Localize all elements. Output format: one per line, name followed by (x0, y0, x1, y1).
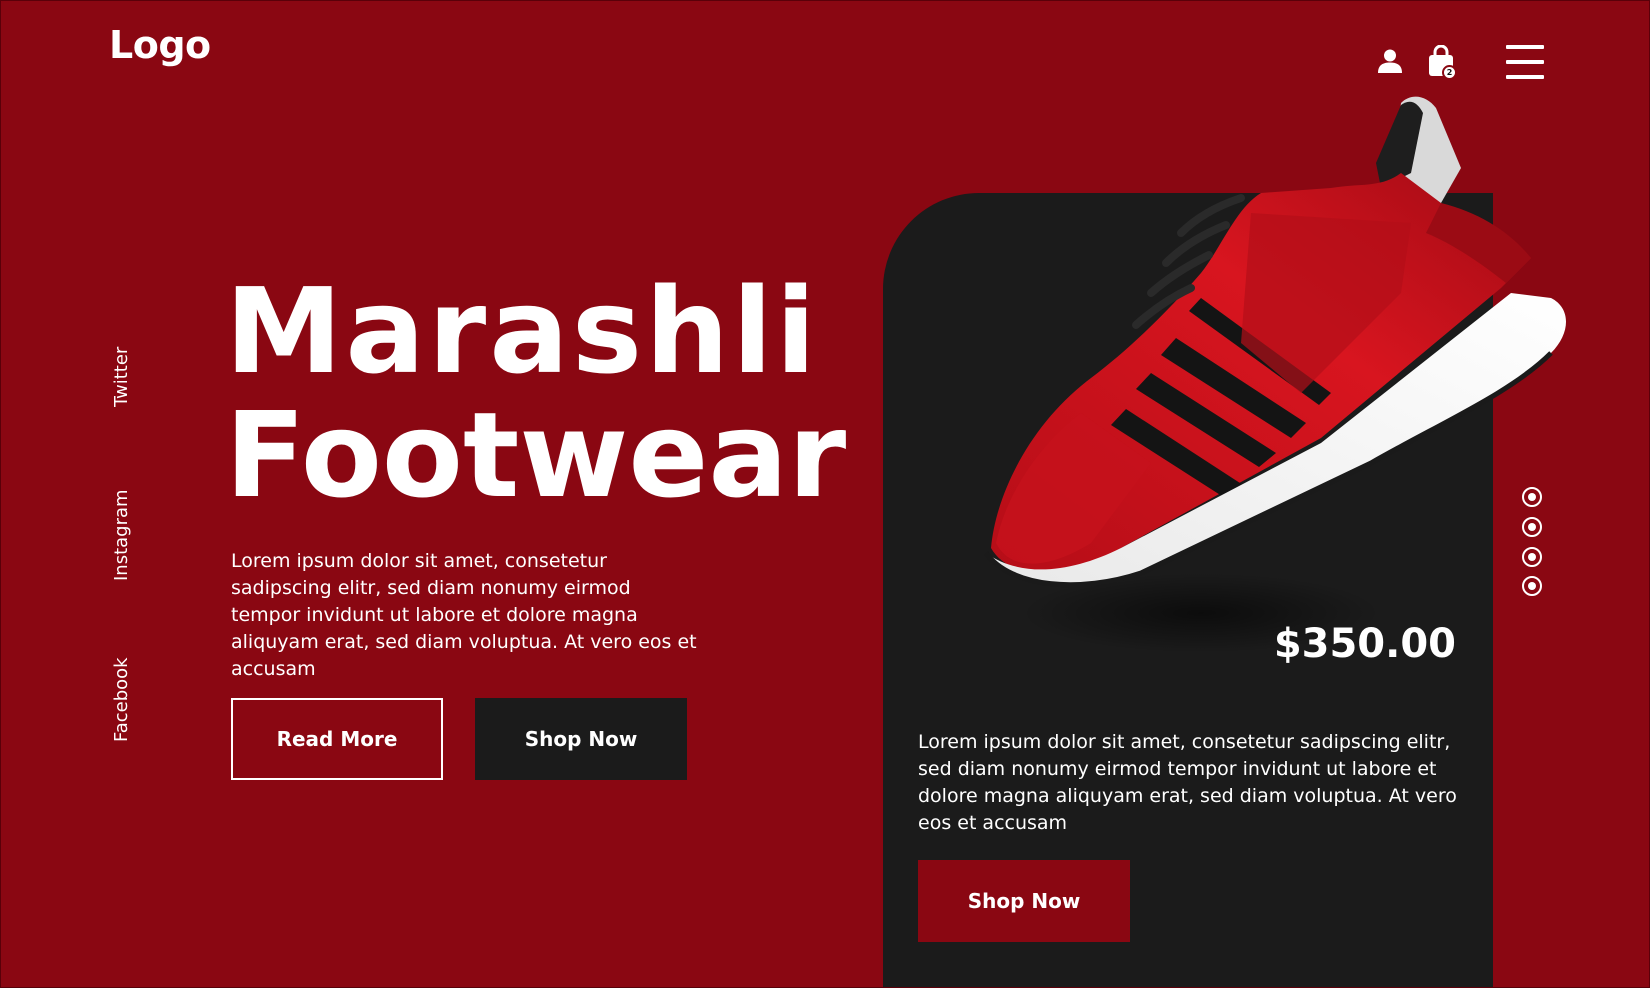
facebook-link[interactable]: Facebook (111, 657, 132, 742)
slider-dot-2[interactable] (1522, 517, 1542, 537)
shop-now-button[interactable]: Shop Now (475, 698, 687, 780)
read-more-button[interactable]: Read More (231, 698, 443, 780)
hamburger-menu-icon[interactable] (1506, 45, 1544, 79)
twitter-link[interactable]: Twitter (111, 347, 132, 407)
slider-dot-4[interactable] (1522, 576, 1542, 596)
hero-title-line2: Footwear (225, 386, 847, 524)
cart-count-badge: 2 (1442, 65, 1457, 80)
landing-page: Logo 2 Twitter Instagram Facebook Marash… (0, 0, 1650, 988)
slider-dot-3[interactable] (1522, 547, 1542, 567)
sneaker-image (983, 96, 1566, 653)
hero-title-line1: Marashli (225, 262, 820, 400)
user-icon[interactable] (1377, 48, 1403, 74)
card-shop-now-button[interactable]: Shop Now (918, 860, 1130, 942)
product-price: $350.00 (1273, 621, 1456, 667)
instagram-link[interactable]: Instagram (111, 489, 132, 581)
logo[interactable]: Logo (109, 23, 211, 67)
product-description: Lorem ipsum dolor sit amet, consetetur s… (918, 731, 1457, 834)
hero-description: Lorem ipsum dolor sit amet, consetetur s… (231, 550, 697, 680)
slider-dot-1[interactable] (1522, 487, 1542, 507)
hero-title: Marashli Footwear (225, 269, 846, 517)
